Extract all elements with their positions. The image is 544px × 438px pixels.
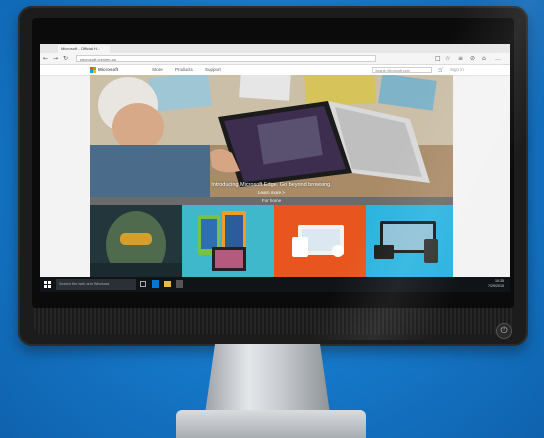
- task-view-icon[interactable]: [140, 281, 146, 287]
- nav-products[interactable]: Products: [175, 67, 193, 73]
- nav-support[interactable]: Support: [205, 67, 221, 73]
- refresh-icon[interactable]: ↻: [63, 54, 68, 63]
- clock-date: 7/29/2015: [488, 284, 504, 288]
- microsoft-logo-icon[interactable]: [90, 67, 96, 73]
- url-input[interactable]: microsoft.com/en-us: [76, 55, 376, 62]
- hero-learn-more-link[interactable]: Learn more >: [90, 190, 453, 195]
- tile-office[interactable]: [274, 205, 366, 277]
- hero-banner[interactable]: Introducing Microsoft Edge. Go beyond br…: [90, 75, 453, 197]
- office-art: [274, 205, 366, 277]
- tab-bar: Microsoft - Official H...: [40, 44, 510, 53]
- tile-devices[interactable]: [366, 205, 453, 277]
- nav-store[interactable]: Store: [152, 67, 163, 73]
- hero-caption: Introducing Microsoft Edge. Go beyond br…: [211, 182, 332, 188]
- speaker-grille: [34, 308, 512, 334]
- address-bar: ← → ↻ microsoft.com/en-us □ ☆ ≡ ⊘ ⌂ …: [40, 53, 510, 65]
- taskbar: Search the web and Windows 10:35 7/29/20…: [40, 277, 510, 292]
- system-clock[interactable]: 10:35 7/29/2015: [488, 279, 504, 289]
- site-search-input[interactable]: Search Microsoft.com: [372, 67, 432, 73]
- sign-in-link[interactable]: Sign in: [450, 67, 464, 73]
- browser-tab[interactable]: Microsoft - Official H...: [58, 45, 110, 53]
- phones-art: [182, 205, 274, 277]
- hub-icon[interactable]: ≡: [458, 54, 463, 63]
- cart-icon[interactable]: 🛒: [438, 67, 444, 73]
- devices-art: [366, 205, 453, 277]
- screen: Microsoft - Official H... ← → ↻ microsof…: [40, 44, 510, 292]
- tile-phones[interactable]: [182, 205, 274, 277]
- game-art: [90, 205, 182, 277]
- site-brand[interactable]: Microsoft: [98, 67, 118, 73]
- windows-start-icon[interactable]: [44, 281, 51, 288]
- back-arrow-icon[interactable]: ←: [43, 54, 48, 63]
- monitor-stand-base: [176, 410, 366, 438]
- section-header: For home: [90, 197, 453, 205]
- web-note-icon[interactable]: ⊘: [470, 54, 475, 63]
- monitor-stand-neck: [205, 344, 330, 414]
- store-icon[interactable]: [176, 280, 183, 288]
- share-icon[interactable]: ⌂: [482, 54, 486, 63]
- reading-view-icon[interactable]: □: [435, 54, 441, 63]
- edge-icon[interactable]: [152, 280, 159, 288]
- hero-photo: [90, 75, 453, 197]
- taskbar-search-input[interactable]: Search the web and Windows: [56, 279, 136, 290]
- more-icon[interactable]: …: [495, 54, 501, 63]
- file-explorer-icon[interactable]: [164, 281, 171, 287]
- section-title: For home: [261, 198, 282, 203]
- power-icon[interactable]: ⏻: [496, 323, 512, 339]
- tile-game[interactable]: [90, 205, 182, 277]
- favorite-star-icon[interactable]: ☆: [445, 54, 450, 63]
- forward-arrow-icon[interactable]: →: [53, 54, 58, 63]
